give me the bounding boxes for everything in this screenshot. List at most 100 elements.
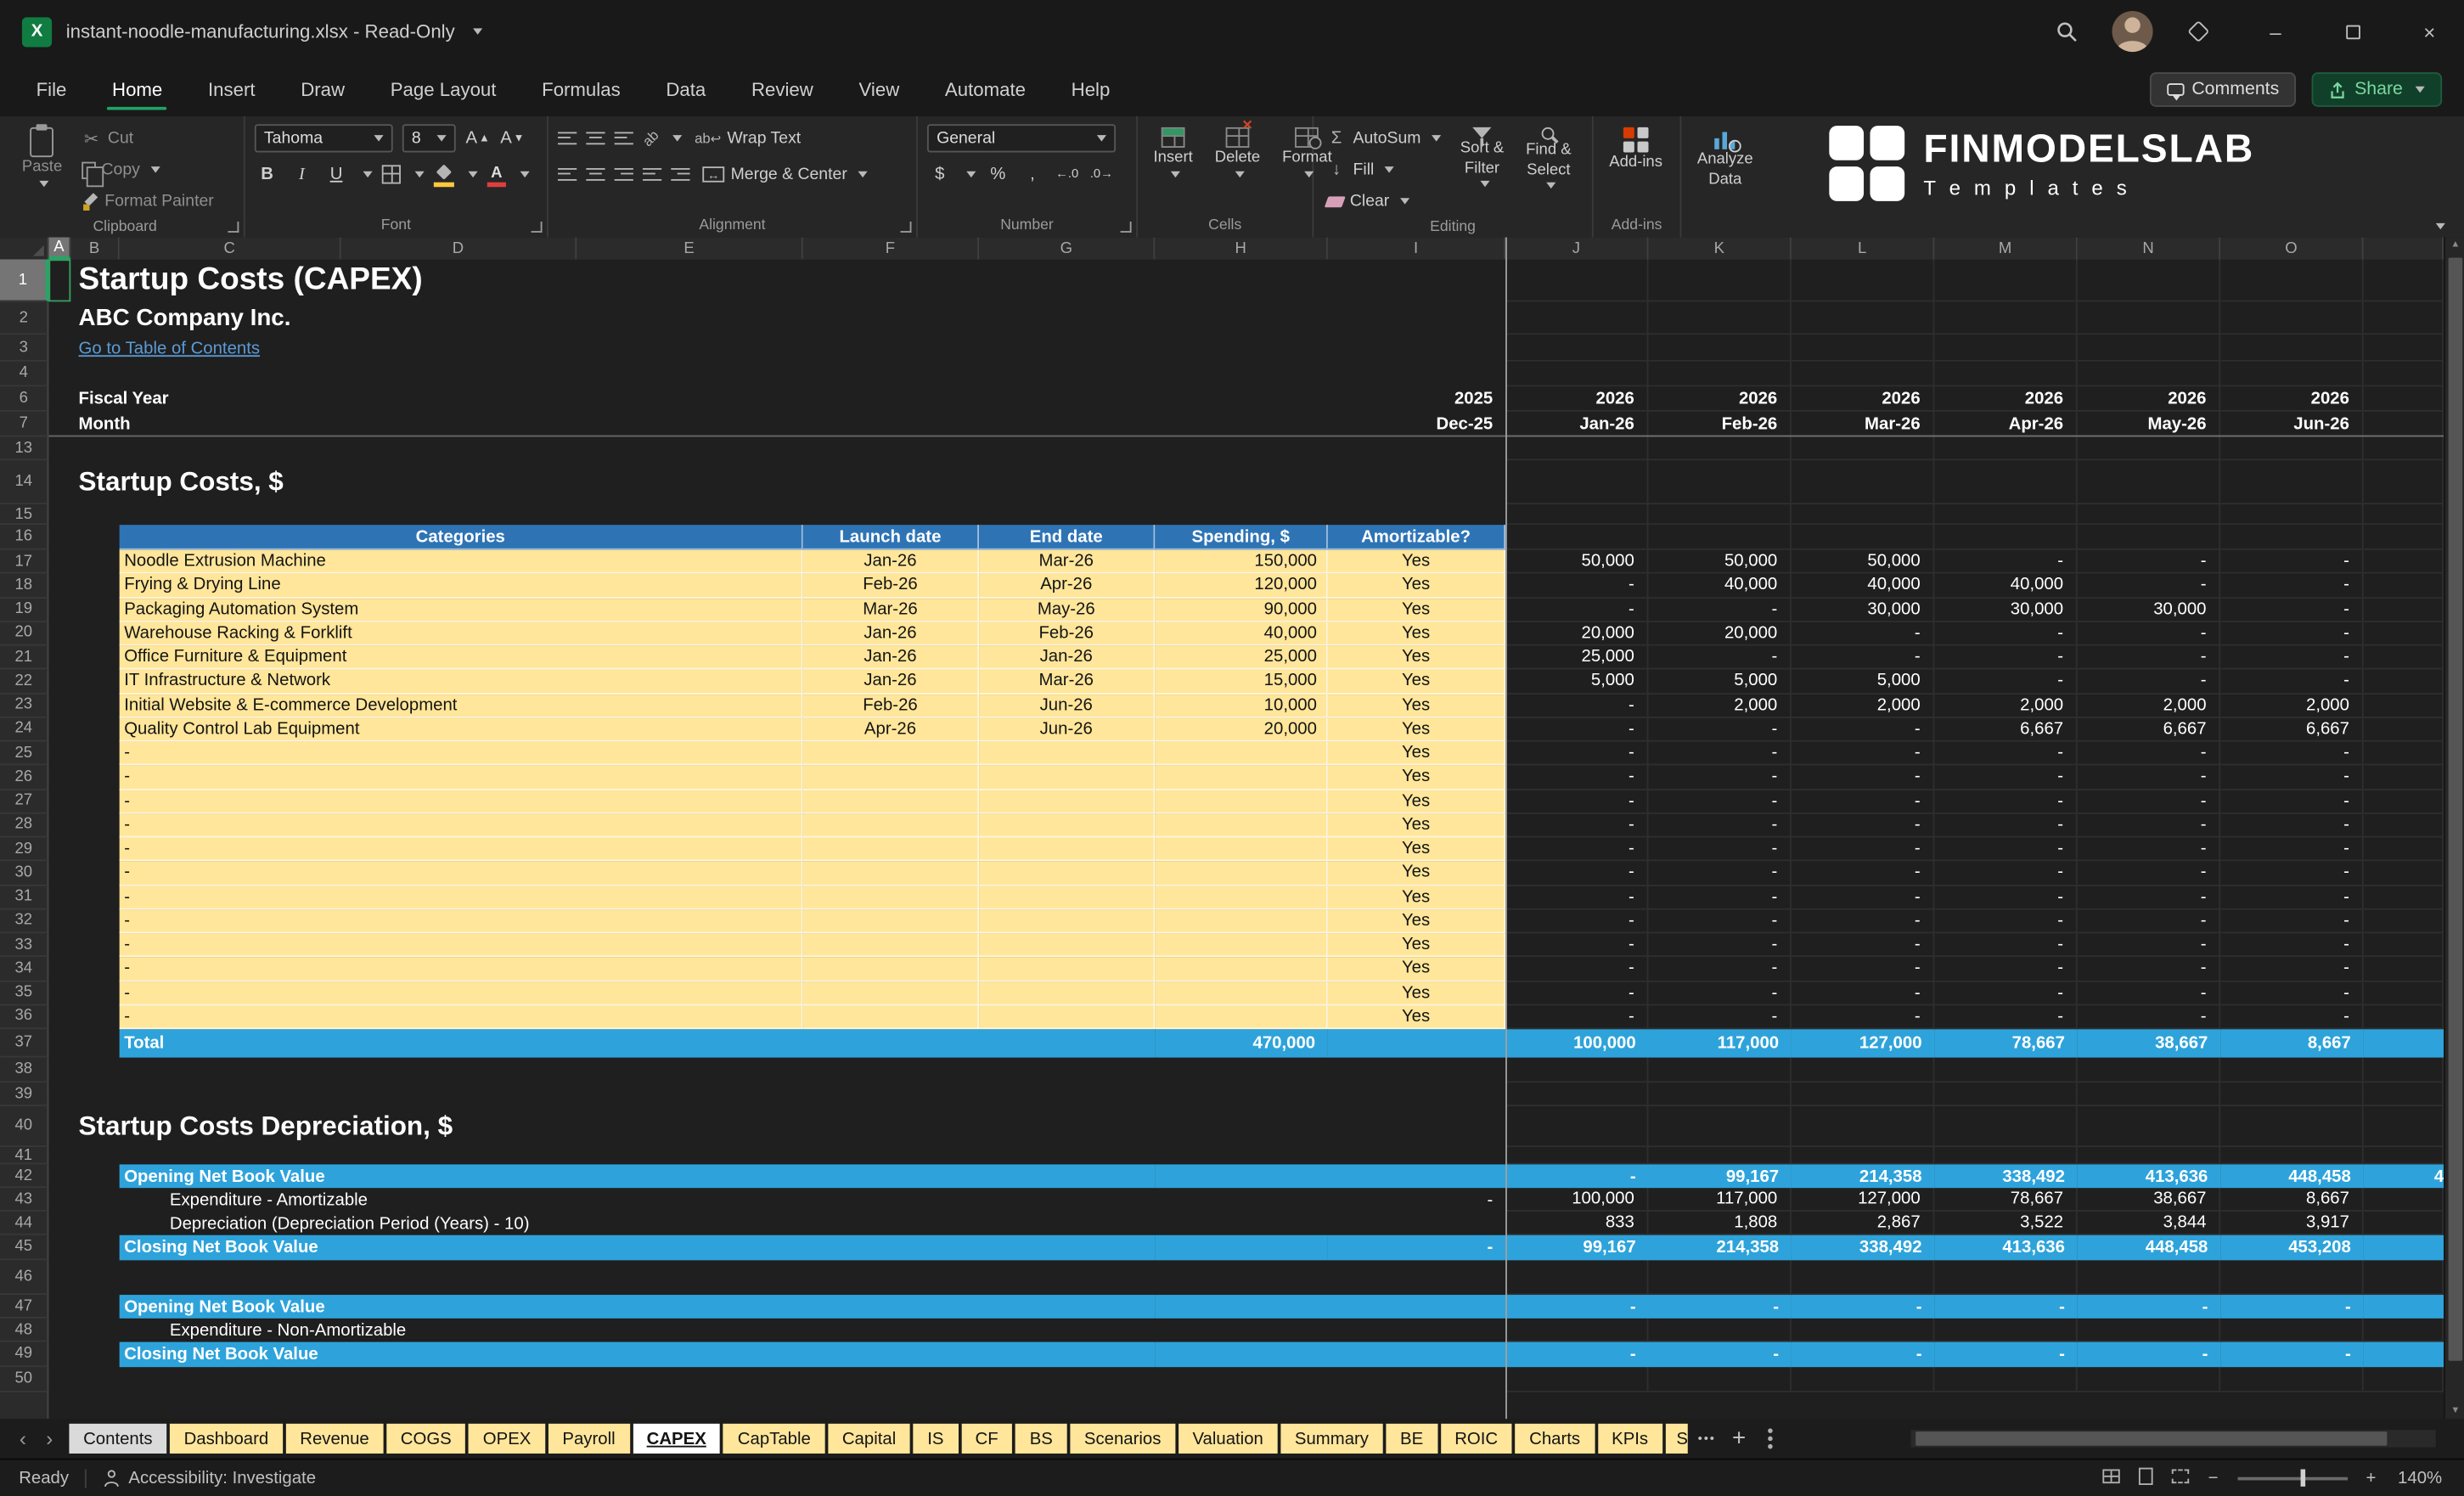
cell[interactable] — [48, 909, 119, 933]
cell[interactable]: - — [2077, 837, 2221, 862]
row-header-7[interactable]: 7 — [0, 411, 49, 437]
cell[interactable]: 453,208 — [2220, 1234, 2364, 1261]
zoom-slider-thumb[interactable] — [2299, 1469, 2305, 1487]
cell[interactable]: Office Furniture & Equipment — [119, 645, 803, 670]
cell[interactable] — [1155, 861, 1328, 886]
cell[interactable] — [2220, 361, 2364, 387]
cell[interactable]: - — [1648, 717, 1792, 742]
cell[interactable]: Startup Costs (CAPEX) — [70, 259, 1505, 301]
cell[interactable]: - — [2220, 765, 2364, 790]
cell[interactable] — [802, 837, 980, 862]
row-header-46[interactable]: 46 — [0, 1260, 49, 1296]
cell[interactable]: - — [1327, 1234, 1506, 1261]
cell[interactable] — [2363, 1057, 2444, 1083]
cell[interactable] — [48, 1188, 119, 1212]
column-header-E[interactable]: E — [577, 237, 803, 260]
cell[interactable]: 2026 — [2077, 386, 2221, 412]
align-right-icon[interactable] — [614, 167, 633, 182]
cell[interactable]: Apr-26 — [979, 574, 1156, 599]
menu-tab-formulas[interactable]: Formulas — [540, 65, 622, 115]
cell[interactable]: - — [1791, 645, 1935, 670]
row-header-22[interactable]: 22 — [0, 669, 49, 695]
cell[interactable]: - — [1934, 981, 2078, 1006]
more-sheets-button[interactable]: ••• — [1688, 1431, 1725, 1446]
cell[interactable] — [48, 1235, 119, 1261]
cell[interactable]: Feb-26 — [802, 694, 980, 718]
cell[interactable] — [1791, 1367, 1935, 1392]
column-header-C[interactable]: C — [119, 237, 341, 260]
cell[interactable] — [2363, 933, 2444, 958]
row-header-29[interactable]: 29 — [0, 837, 49, 862]
menu-tab-review[interactable]: Review — [750, 65, 815, 115]
cell[interactable] — [2363, 1260, 2444, 1296]
sheet-tab-capital[interactable]: Capital — [828, 1423, 910, 1454]
cell[interactable] — [2363, 411, 2444, 437]
cell[interactable] — [2363, 1367, 2444, 1392]
cell[interactable]: 30,000 — [1791, 598, 1935, 622]
cell[interactable]: 413,636 — [2077, 1164, 2221, 1189]
collapse-ribbon-icon[interactable] — [2435, 222, 2445, 230]
row-header-30[interactable]: 30 — [0, 861, 49, 886]
cell[interactable]: 20,000 — [1648, 621, 1792, 646]
row-header-31[interactable]: 31 — [0, 885, 49, 910]
bold-button[interactable]: B — [255, 160, 280, 187]
cell[interactable] — [2220, 1147, 2364, 1165]
row-header-32[interactable]: 32 — [0, 909, 49, 934]
cell[interactable] — [1934, 460, 2078, 505]
cell[interactable]: - — [1648, 1005, 1792, 1030]
cell[interactable]: Jan-26 — [802, 549, 980, 575]
menu-tab-page-layout[interactable]: Page Layout — [389, 65, 498, 115]
cell[interactable] — [803, 386, 1328, 412]
cell[interactable] — [1934, 361, 2078, 387]
cell[interactable]: 448,458 — [2220, 1164, 2364, 1189]
cell[interactable]: Amortizable? — [1327, 525, 1506, 550]
cell[interactable] — [2077, 335, 2221, 362]
cell[interactable] — [1648, 301, 1792, 335]
cell[interactable]: Jan-26 — [802, 621, 980, 646]
cell[interactable] — [979, 790, 1156, 814]
cell[interactable]: Yes — [1327, 694, 1506, 718]
cell[interactable]: - — [2077, 1341, 2221, 1368]
cell[interactable] — [2363, 574, 2444, 599]
cell[interactable] — [2363, 1341, 2444, 1368]
cell[interactable] — [1791, 525, 1935, 550]
increase-font-size-button[interactable]: A ▲ — [465, 125, 491, 151]
cell[interactable] — [2363, 645, 2444, 670]
cell[interactable] — [1791, 460, 1935, 505]
cell[interactable]: 2,000 — [1934, 694, 2078, 718]
cell[interactable] — [1155, 981, 1328, 1006]
cell[interactable]: - — [1648, 981, 1792, 1006]
cell[interactable] — [2077, 1260, 2221, 1296]
cell[interactable]: - — [2077, 765, 2221, 790]
sheet-tab-kpis[interactable]: KPIs — [1597, 1423, 1662, 1454]
cell[interactable] — [2363, 669, 2444, 695]
cell[interactable] — [2220, 504, 2364, 526]
cell[interactable]: - — [119, 933, 803, 958]
cell[interactable]: - — [1648, 813, 1792, 838]
zoom-percentage[interactable]: 140% — [2395, 1469, 2442, 1488]
cell[interactable]: - — [1648, 790, 1792, 814]
cell[interactable] — [1648, 460, 1792, 505]
cell[interactable]: - — [119, 765, 803, 790]
cell[interactable]: - — [1648, 598, 1792, 622]
increase-decimal-button[interactable]: ←.0 — [1055, 160, 1080, 187]
cell[interactable]: 50,000 — [1505, 549, 1649, 575]
cell[interactable] — [1505, 525, 1649, 550]
cell[interactable] — [2363, 1105, 2444, 1148]
cell[interactable]: Frying & Drying Line — [119, 574, 803, 599]
row-header-50[interactable]: 50 — [0, 1367, 49, 1392]
cell[interactable]: - — [1934, 813, 2078, 838]
cell[interactable] — [48, 1147, 1505, 1164]
fill-button[interactable]: ↓ Fill — [1323, 155, 1444, 183]
cell[interactable]: 78,667 — [1934, 1188, 2078, 1212]
cell[interactable]: Jan-26 — [802, 645, 980, 670]
cell[interactable] — [48, 1319, 119, 1342]
paste-button[interactable]: Paste — [16, 124, 69, 189]
cell[interactable]: Total — [119, 1029, 1156, 1058]
cell[interactable] — [2363, 598, 2444, 622]
cell[interactable] — [2220, 460, 2364, 505]
cell[interactable] — [1934, 1367, 2078, 1392]
analyze-data-button[interactable]: Analyze Data — [1690, 124, 1759, 192]
cell[interactable]: Opening Net Book Value — [119, 1295, 1156, 1319]
cell[interactable]: - — [2077, 574, 2221, 599]
